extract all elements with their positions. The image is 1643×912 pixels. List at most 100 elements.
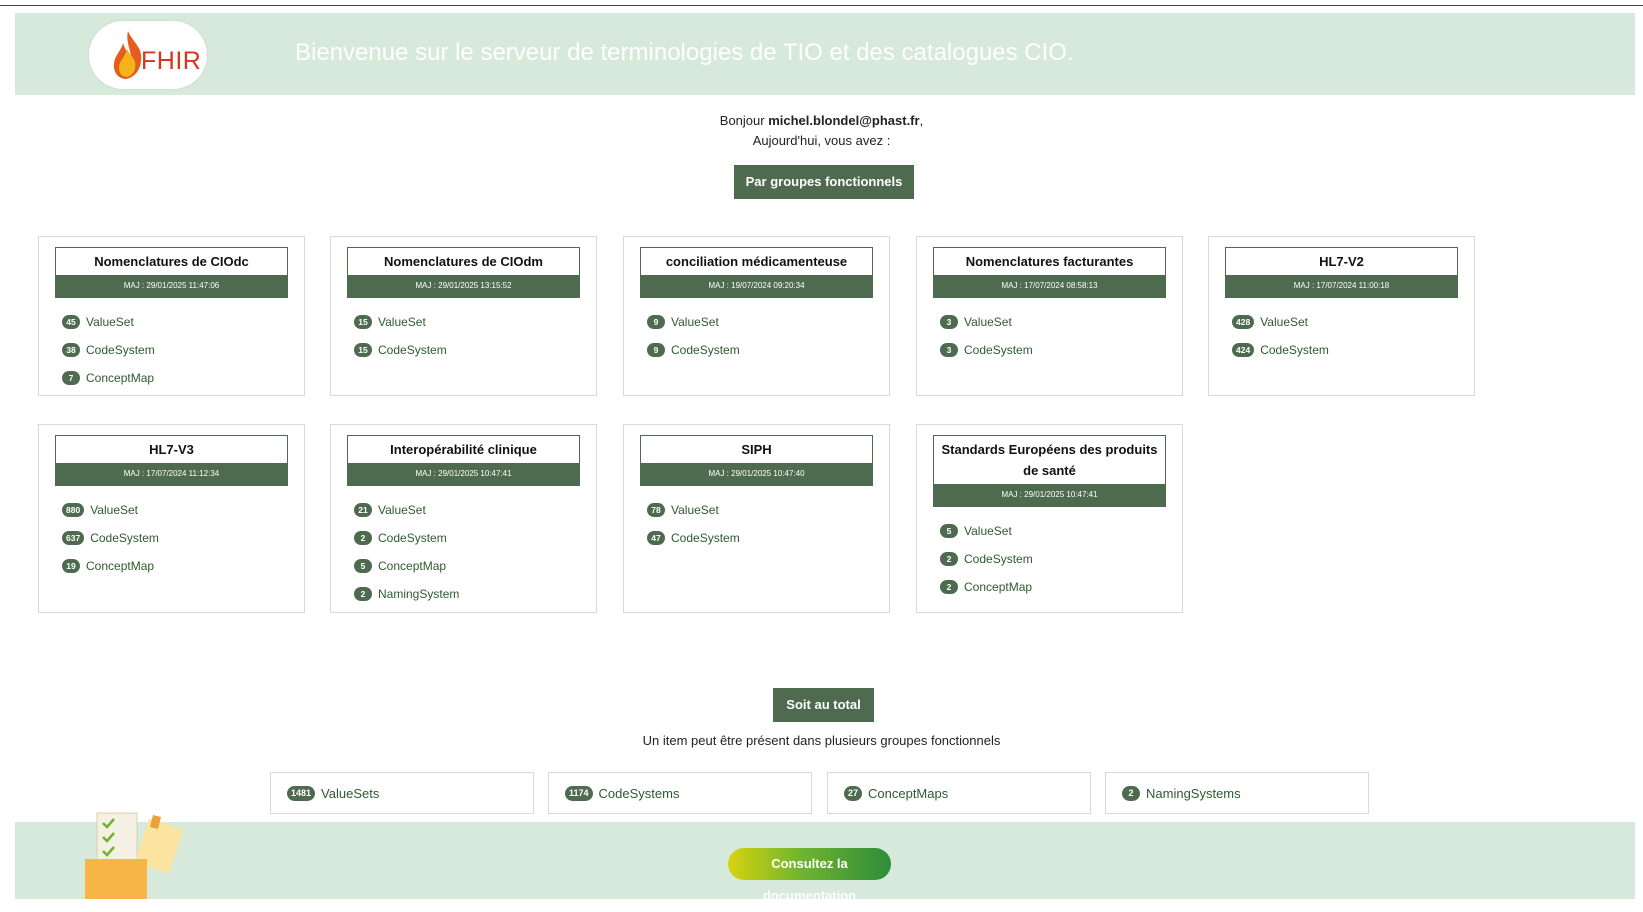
group-card: Nomenclatures facturantes MAJ : 17/07/202… bbox=[916, 236, 1183, 396]
card-update-date: MAJ : 29/01/2025 10:47:41 bbox=[934, 484, 1165, 506]
total-link[interactable]: 27 ConceptMaps bbox=[827, 772, 1091, 814]
group-card: Interopérabilité clinique MAJ : 29/01/202… bbox=[330, 424, 597, 613]
resource-link[interactable]: 2 CodeSystem bbox=[940, 545, 1182, 573]
welcome-title: Bienvenue sur le serveur de terminologie… bbox=[295, 39, 1074, 66]
card-title: HL7-V2 bbox=[1319, 254, 1364, 269]
resource-link[interactable]: 3 CodeSystem bbox=[940, 336, 1182, 364]
card-header[interactable]: HL7-V2 MAJ : 17/07/2024 11:00:18 bbox=[1225, 247, 1458, 298]
resource-label: ValueSet bbox=[378, 315, 426, 329]
resource-link[interactable]: 2 NamingSystem bbox=[354, 580, 596, 608]
card-title: conciliation médicamenteuse bbox=[665, 254, 848, 269]
count-badge: 38 bbox=[62, 343, 80, 357]
resource-label: CodeSystem bbox=[671, 531, 740, 545]
count-badge: 424 bbox=[1232, 343, 1255, 357]
resource-link[interactable]: 2 CodeSystem bbox=[354, 524, 596, 552]
fhir-logo[interactable]: FHIR bbox=[89, 21, 207, 89]
resource-label: ValueSet bbox=[1260, 315, 1308, 329]
user-email: michel.blondel@phast.fr bbox=[768, 113, 920, 128]
total-label: ConceptMaps bbox=[868, 785, 949, 801]
resource-link[interactable]: 5 ConceptMap bbox=[354, 552, 596, 580]
documentation-button[interactable]: Consultez la documentation bbox=[728, 848, 891, 903]
resource-link[interactable]: 7 ConceptMap bbox=[62, 364, 304, 392]
card-item-list: 21 ValueSet 2 CodeSystem 5 ConceptMap 2 NamingS… bbox=[331, 486, 596, 618]
page-footer: Consultez la documentation bbox=[15, 812, 1635, 903]
resource-link[interactable]: 5 ValueSet bbox=[940, 517, 1182, 545]
resource-link[interactable]: 15 CodeSystem bbox=[354, 336, 596, 364]
card-header[interactable]: SIPH MAJ : 29/01/2025 10:47:40 bbox=[640, 435, 873, 486]
card-item-list: 78 ValueSet 47 CodeSystem bbox=[624, 486, 889, 562]
card-header[interactable]: Nomenclatures facturantes MAJ : 17/07/202… bbox=[933, 247, 1166, 298]
total-note: Un item peut être présent dans plusieurs… bbox=[642, 733, 1001, 748]
count-badge: 637 bbox=[62, 531, 85, 545]
card-update-date: MAJ : 29/01/2025 10:47:40 bbox=[641, 463, 872, 485]
resource-link[interactable]: 38 CodeSystem bbox=[62, 336, 304, 364]
resource-link[interactable]: 47 CodeSystem bbox=[647, 524, 889, 552]
total-count-badge: 1174 bbox=[565, 785, 593, 801]
count-badge: 5 bbox=[354, 559, 372, 573]
total-link[interactable]: 2 NamingSystems bbox=[1105, 772, 1369, 814]
documents-illustration-icon bbox=[85, 812, 184, 899]
resource-label: CodeSystem bbox=[1260, 343, 1329, 357]
resource-label: ValueSet bbox=[671, 503, 719, 517]
card-header[interactable]: conciliation médicamenteuse MAJ : 19/07/2… bbox=[640, 247, 873, 298]
resource-link[interactable]: 21 ValueSet bbox=[354, 496, 596, 524]
card-title: Interopérabilité clinique bbox=[390, 442, 537, 457]
resource-link[interactable]: 2 ConceptMap bbox=[940, 573, 1182, 601]
card-header[interactable]: Nomenclatures de CIOdc MAJ : 29/01/2025 1… bbox=[55, 247, 288, 298]
count-badge: 9 bbox=[647, 343, 665, 357]
page-header: FHIR Bienvenue sur le serveur de termino… bbox=[15, 13, 1635, 95]
count-badge: 5 bbox=[940, 524, 958, 538]
resource-link[interactable]: 9 CodeSystem bbox=[647, 336, 889, 364]
count-badge: 7 bbox=[62, 371, 80, 385]
card-update-date: MAJ : 29/01/2025 13:15:52 bbox=[348, 275, 579, 297]
resource-label: ValueSet bbox=[86, 315, 134, 329]
count-badge: 21 bbox=[354, 503, 372, 517]
total-label: ValueSets bbox=[321, 785, 380, 801]
resource-link[interactable]: 3 ValueSet bbox=[940, 308, 1182, 336]
count-badge: 428 bbox=[1232, 315, 1255, 329]
resource-link[interactable]: 637 CodeSystem bbox=[62, 524, 304, 552]
card-header[interactable]: Nomenclatures de CIOdm MAJ : 29/01/2025 1… bbox=[347, 247, 580, 298]
card-title: Nomenclatures de CIOdm bbox=[384, 254, 543, 269]
total-button[interactable]: Soit au total bbox=[773, 688, 874, 722]
total-count-badge: 2 bbox=[1122, 785, 1140, 801]
resource-link[interactable]: 78 ValueSet bbox=[647, 496, 889, 524]
count-badge: 2 bbox=[354, 531, 372, 545]
total-count-badge: 1481 bbox=[287, 785, 316, 801]
resource-label: ValueSet bbox=[378, 503, 426, 517]
resource-label: CodeSystem bbox=[964, 343, 1033, 357]
card-update-date: MAJ : 17/07/2024 11:12:34 bbox=[56, 463, 287, 485]
resource-label: ConceptMap bbox=[86, 559, 155, 573]
card-header[interactable]: HL7-V3 MAJ : 17/07/2024 11:12:34 bbox=[55, 435, 288, 486]
resource-link[interactable]: 428 ValueSet bbox=[1232, 308, 1474, 336]
group-card: HL7-V2 MAJ : 17/07/2024 11:00:18 428 ValueS… bbox=[1208, 236, 1475, 396]
count-badge: 2 bbox=[354, 587, 372, 601]
card-header[interactable]: Interopérabilité clinique MAJ : 29/01/202… bbox=[347, 435, 580, 486]
card-update-date: MAJ : 29/01/2025 10:47:41 bbox=[348, 463, 579, 485]
card-title: Nomenclatures de CIOdc bbox=[94, 254, 249, 269]
total-link[interactable]: 1481 ValueSets bbox=[270, 772, 534, 814]
card-item-list: 880 ValueSet 637 CodeSystem 19 ConceptMap bbox=[39, 486, 304, 590]
resource-link[interactable]: 19 ConceptMap bbox=[62, 552, 304, 580]
resource-label: ValueSet bbox=[671, 315, 719, 329]
count-badge: 2 bbox=[940, 552, 958, 566]
resource-label: ConceptMap bbox=[378, 559, 447, 573]
resource-link[interactable]: 880 ValueSet bbox=[62, 496, 304, 524]
card-title: Standards Européens des produits de sant… bbox=[941, 442, 1158, 478]
card-header[interactable]: Standards Européens des produits de sant… bbox=[933, 435, 1166, 507]
greeting-prefix: Bonjour bbox=[719, 113, 769, 128]
group-card: HL7-V3 MAJ : 17/07/2024 11:12:34 880 ValueS… bbox=[38, 424, 305, 613]
count-badge: 2 bbox=[940, 580, 958, 594]
resource-link[interactable]: 424 CodeSystem bbox=[1232, 336, 1474, 364]
functional-groups-button[interactable]: Par groupes fonctionnels bbox=[734, 165, 914, 199]
resource-link[interactable]: 9 ValueSet bbox=[647, 308, 889, 336]
resource-link[interactable]: 45 ValueSet bbox=[62, 308, 304, 336]
count-badge: 15 bbox=[354, 315, 372, 329]
resource-link[interactable]: 15 ValueSet bbox=[354, 308, 596, 336]
total-link[interactable]: 1174 CodeSystems bbox=[548, 772, 812, 814]
count-badge: 9 bbox=[647, 315, 665, 329]
top-divider bbox=[0, 5, 1643, 6]
card-title: HL7-V3 bbox=[149, 442, 194, 457]
resource-label: CodeSystem bbox=[964, 552, 1033, 566]
resource-label: ValueSet bbox=[964, 524, 1012, 538]
